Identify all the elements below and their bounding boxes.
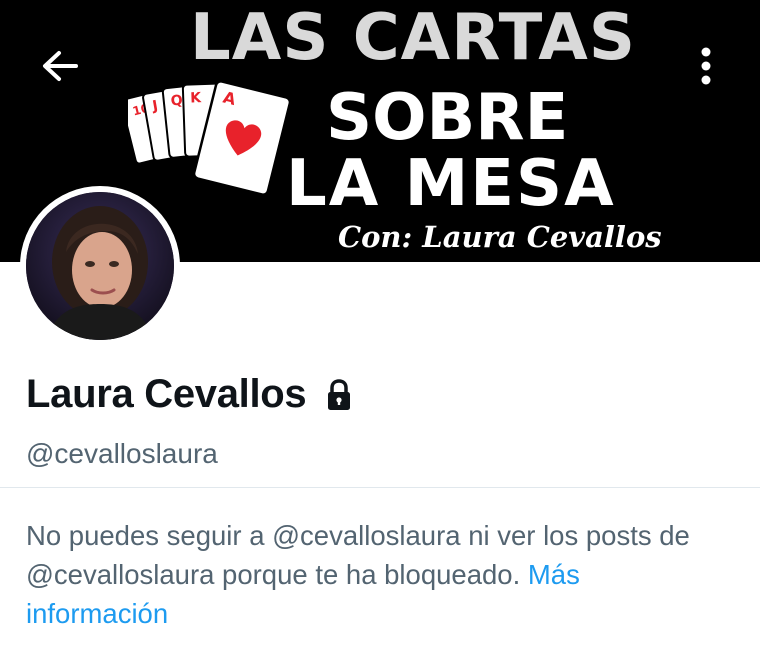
svg-text:K: K [190,90,203,106]
avatar[interactable] [26,192,174,340]
profile-name-row: Laura Cevallos [26,372,354,417]
banner-title-line1: LAS CARTAS [190,1,636,75]
arrow-left-icon [43,51,78,81]
playing-cards-illustration: 10 J Q K A [128,80,292,196]
profile-handle: @cevalloslaura [26,438,218,469]
lock-icon [328,378,351,410]
banner-subtitle: Con: Laura Cevallos [338,220,662,254]
back-button[interactable] [38,46,82,86]
blocked-notice-text: No puedes seguir a @cevalloslaura ni ver… [26,520,690,590]
more-options-button[interactable] [684,44,728,88]
profile-name: Laura Cevallos [26,372,307,416]
more-vertical-icon [701,47,711,85]
banner-title-line3: LA MESA [286,147,616,221]
svg-text:Q: Q [170,92,184,109]
divider [0,487,760,488]
blocked-notice: No puedes seguir a @cevalloslaura ni ver… [26,516,726,633]
profile-photo [26,192,174,340]
